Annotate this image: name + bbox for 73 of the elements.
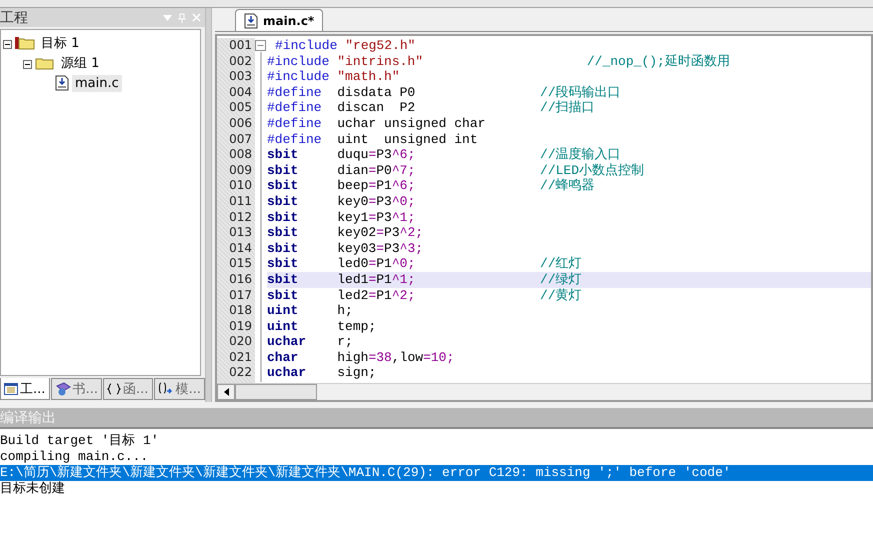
line-number: 009	[228, 162, 253, 178]
tree-item[interactable]: 源组 1	[58, 53, 102, 73]
code-line: sbit duqu=P3^6; //温度输入口	[267, 147, 622, 163]
code-line: sbit dian=P0^7; //LED小数点控制	[267, 162, 646, 178]
line-number: 002	[228, 54, 253, 70]
scroll-left-button[interactable]	[217, 384, 235, 400]
line-number: 004	[228, 84, 253, 100]
code-line: uchar r;	[267, 334, 354, 350]
output-line[interactable]: compiling main.c...	[0, 449, 873, 465]
code-line: sbit led2=P1^2; //黄灯	[267, 288, 583, 304]
code-line: uint h;	[267, 303, 354, 319]
panel-tab[interactable]: 书...	[50, 378, 102, 400]
code-line: uint temp;	[267, 318, 378, 334]
code-line: char high=38,low=10;	[267, 350, 456, 366]
output-line[interactable]: Build target '目标 1'	[0, 433, 873, 449]
line-number: 013	[228, 225, 253, 241]
line-number: 012	[228, 210, 253, 226]
line-number: 003	[228, 69, 253, 85]
line-number: 022	[228, 365, 253, 382]
line-number: 010	[228, 178, 253, 194]
line-number: 007	[228, 132, 253, 148]
left-arrow-icon[interactable]	[224, 388, 228, 396]
line-number: 021	[228, 350, 253, 366]
code-line: #define discan P2 //扫描口	[267, 100, 596, 116]
collapse-icon[interactable]	[3, 40, 12, 48]
folder-icon	[35, 56, 55, 70]
line-number: 017	[228, 288, 253, 304]
splitter[interactable]	[205, 8, 212, 402]
output-title: 编译输出	[0, 408, 56, 426]
template-icon	[158, 382, 174, 396]
code-line: sbit key02=P3^2;	[267, 225, 424, 241]
output-line[interactable]: 目标未创建	[0, 481, 873, 497]
window-icon	[4, 382, 18, 394]
line-number: 018	[228, 303, 253, 319]
code-line: sbit led0=P1^0; //红灯	[267, 256, 583, 272]
line-number: 020	[228, 334, 253, 350]
line-number: 015	[228, 256, 253, 272]
file-tab[interactable]: main.c*	[235, 9, 324, 31]
braces-icon	[107, 383, 121, 395]
collapse-icon[interactable]	[23, 60, 32, 68]
code-line: sbit key1=P3^1;	[267, 210, 416, 226]
scrollbar-thumb[interactable]	[235, 384, 317, 400]
code-line: sbit key0=P3^0;	[267, 194, 416, 210]
folder-icon	[15, 36, 35, 50]
tree-item[interactable]: 目标 1	[38, 33, 82, 53]
code-line: #define uint unsigned int	[267, 132, 479, 148]
code-line: #define disdata P0 //段码输出口	[267, 84, 622, 100]
line-number: 016	[228, 272, 253, 288]
code-line: sbit beep=P1^6; //蜂鸣器	[267, 178, 596, 194]
dropdown-icon[interactable]	[163, 14, 172, 20]
line-number: 011	[228, 194, 253, 210]
horizontal-scrollbar[interactable]	[217, 383, 871, 400]
code-line: uchar sign;	[267, 365, 378, 382]
pin-icon[interactable]	[178, 12, 186, 22]
code-line: sbit key03=P3^3;	[267, 240, 424, 256]
file-icon	[244, 12, 258, 28]
panel-title: 工程	[0, 8, 28, 26]
code-line: #define uchar unsigned char	[267, 116, 486, 132]
panel-tab[interactable]: 工...	[0, 378, 50, 400]
file-icon	[55, 75, 69, 91]
line-number: 006	[228, 116, 253, 132]
panel-tab[interactable]: 函...	[103, 378, 153, 400]
code-line: #include "math.h"	[267, 69, 401, 85]
line-number: 005	[228, 100, 253, 116]
panel-tab[interactable]: 模...	[154, 378, 205, 400]
tree-item[interactable]: main.c	[72, 74, 122, 92]
code-line: #include "reg52.h"	[274, 38, 416, 54]
line-number: 019	[228, 318, 253, 334]
close-icon[interactable]	[192, 13, 201, 22]
line-number: 001	[228, 38, 253, 54]
line-number: 014	[228, 240, 253, 256]
line-number: 008	[228, 147, 253, 163]
code-line: #include "intrins.h" //_nop_();延时函数用	[267, 54, 731, 70]
